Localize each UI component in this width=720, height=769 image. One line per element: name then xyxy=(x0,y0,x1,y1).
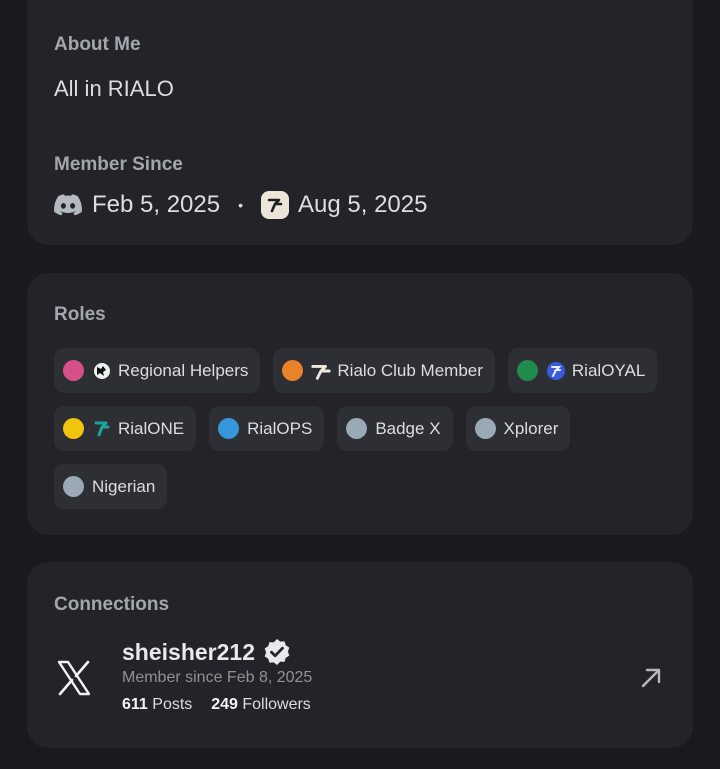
role-label: RialONE xyxy=(118,418,185,438)
role-label: RialOPS xyxy=(247,418,313,438)
roles-heading: Roles xyxy=(54,304,106,325)
rialo-club-icon xyxy=(311,361,332,381)
followers-count: 249 xyxy=(211,696,238,713)
member-since-heading: Member Since xyxy=(54,154,183,175)
x-logo-icon xyxy=(56,660,92,696)
role-label: Nigerian xyxy=(92,476,156,496)
role-rialone[interactable]: RialONE xyxy=(54,406,197,451)
role-color-dot xyxy=(346,418,368,439)
about-me-card: About Me All in RIALO Member Since Feb 5… xyxy=(27,0,693,245)
role-color-dot xyxy=(474,418,496,439)
member-since-row: Feb 5, 2025 • Aug 5, 2025 xyxy=(54,190,427,220)
rialoyal-icon xyxy=(546,361,566,381)
verified-badge-icon xyxy=(263,638,291,666)
about-me-text: All in RIALO xyxy=(54,76,174,101)
role-rialoyal[interactable]: RialOYAL xyxy=(507,348,658,393)
connected-account-name[interactable]: sheisher212 xyxy=(122,638,291,666)
role-badge-x[interactable]: Badge X xyxy=(337,406,453,451)
role-color-dot xyxy=(218,418,240,439)
role-color-dot xyxy=(63,360,84,381)
separator-dot: • xyxy=(238,197,244,213)
role-label: Rialo Club Member xyxy=(337,360,483,380)
role-nigerian[interactable]: Nigerian xyxy=(54,464,168,509)
roles-card: Roles Regional Helpers Rialo Club Member… xyxy=(27,273,693,535)
rialone-icon xyxy=(92,419,112,439)
username: sheisher212 xyxy=(122,638,255,665)
discord-member-since: Feb 5, 2025 xyxy=(92,191,221,218)
server-member-since: Aug 5, 2025 xyxy=(298,191,428,218)
role-color-dot xyxy=(282,360,304,381)
role-color-dot xyxy=(516,360,538,381)
account-stats: 611 Posts 249 Followers xyxy=(122,696,311,714)
regional-helpers-icon xyxy=(92,361,112,381)
role-label: Xplorer xyxy=(503,418,559,438)
role-rialops[interactable]: RialOPS xyxy=(209,406,325,451)
about-me-heading: About Me xyxy=(54,34,141,55)
external-link-icon[interactable] xyxy=(639,666,663,690)
account-member-since: Member since Feb 8, 2025 xyxy=(122,669,313,686)
role-rialo-club-member[interactable]: Rialo Club Member xyxy=(273,348,495,393)
followers-label: Followers xyxy=(242,696,311,713)
discord-icon xyxy=(54,194,82,216)
roles-list: Regional Helpers Rialo Club Member RialO… xyxy=(54,348,669,509)
connections-card: Connections sheisher212 Member since Feb… xyxy=(27,562,693,748)
posts-label: Posts xyxy=(152,696,193,713)
role-xplorer[interactable]: Xplorer xyxy=(465,406,571,451)
role-regional-helpers[interactable]: Regional Helpers xyxy=(54,348,261,393)
role-label: RialOYAL xyxy=(571,360,646,380)
role-label: Badge X xyxy=(375,418,441,438)
posts-count: 611 xyxy=(122,696,148,713)
role-color-dot xyxy=(63,418,84,439)
role-color-dot xyxy=(63,476,84,497)
role-label: Regional Helpers xyxy=(118,360,249,380)
rialo-server-icon xyxy=(261,191,290,219)
connections-heading: Connections xyxy=(54,594,170,615)
